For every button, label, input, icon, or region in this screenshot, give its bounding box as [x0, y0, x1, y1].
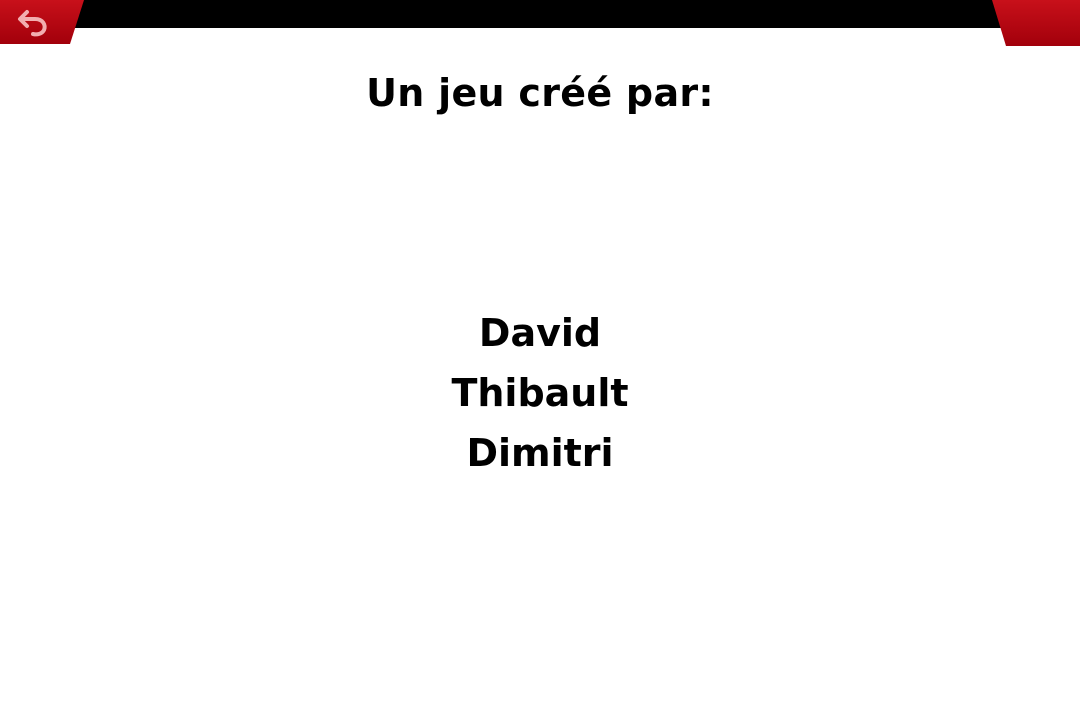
credits-heading: Un jeu créé par:: [366, 71, 714, 115]
credits-screen: Un jeu créé par: David Thibault Dimitri: [0, 0, 1080, 720]
back-button[interactable]: [0, 0, 84, 44]
credits-list: David Thibault Dimitri: [0, 303, 1080, 483]
corner-decoration: [992, 0, 1080, 46]
credit-name: Dimitri: [466, 431, 614, 475]
credit-name: David: [478, 311, 602, 355]
back-tab-shape: [0, 0, 84, 44]
top-bar: [0, 0, 1080, 28]
credit-name: Thibault: [451, 371, 629, 415]
